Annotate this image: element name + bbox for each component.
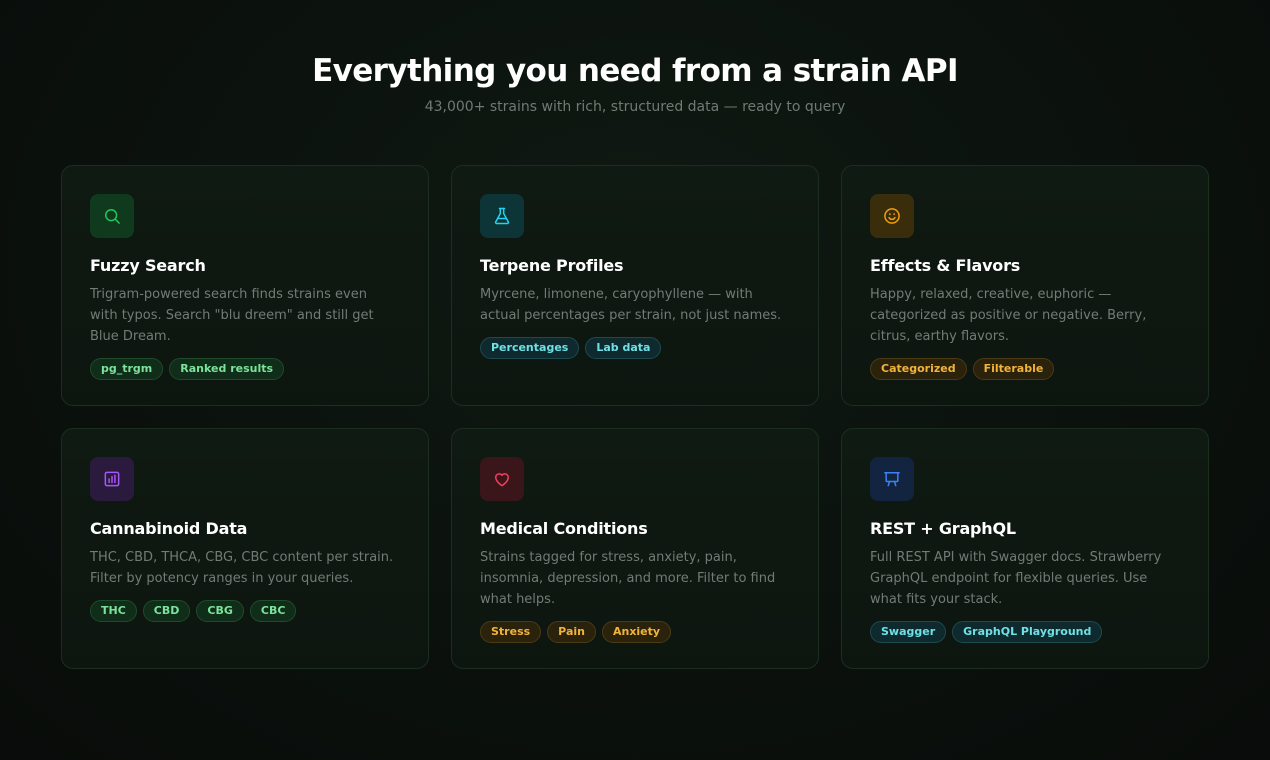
feature-card-medical-conditions: Medical Conditions Strains tagged for st… xyxy=(451,428,819,669)
tag-list: Categorized Filterable xyxy=(870,358,1180,380)
card-title: REST + GraphQL xyxy=(870,519,1016,538)
tag: Swagger xyxy=(870,621,947,643)
tag: Anxiety xyxy=(601,621,672,643)
tag: Stress xyxy=(480,621,542,643)
presentation-icon xyxy=(870,457,914,501)
tag-list: THC CBD CBG CBC xyxy=(90,600,400,622)
section-title: Everything you need from a strain API xyxy=(312,53,958,89)
tag-list: Swagger GraphQL Playground xyxy=(870,621,1180,643)
search-icon xyxy=(90,194,134,238)
card-description: THC, CBD, THCA, CBG, CBC content per str… xyxy=(90,550,394,586)
section-subtitle: 43,000+ strains with rich, structured da… xyxy=(424,99,846,115)
tag: Ranked results xyxy=(169,358,285,380)
card-title: Effects & Flavors xyxy=(870,256,1021,275)
card-title: Fuzzy Search xyxy=(90,256,206,275)
card-description: Happy, relaxed, creative, euphoric — cat… xyxy=(870,287,1147,344)
flask-icon xyxy=(480,194,524,238)
feature-card-effects-flavors: Effects & Flavors Happy, relaxed, creati… xyxy=(841,165,1209,406)
card-description: Myrcene, limonene, caryophyllene — with … xyxy=(480,287,782,323)
tag: Pain xyxy=(547,621,596,643)
heart-icon xyxy=(480,457,524,501)
bar-chart-icon xyxy=(90,457,134,501)
card-description: Full REST API with Swagger docs. Strawbe… xyxy=(870,550,1162,607)
feature-card-cannabinoid-data: Cannabinoid Data THC, CBD, THCA, CBG, CB… xyxy=(61,428,429,669)
tag: CBD xyxy=(142,600,191,622)
feature-card-terpene-profiles: Terpene Profiles Myrcene, limonene, cary… xyxy=(451,165,819,406)
tag: pg_trgm xyxy=(90,358,164,380)
tag-list: Stress Pain Anxiety xyxy=(480,621,790,643)
tag: THC xyxy=(90,600,137,622)
tag-list: pg_trgm Ranked results xyxy=(90,358,400,380)
tag: Filterable xyxy=(972,358,1055,380)
tag: Categorized xyxy=(870,358,967,380)
smile-icon xyxy=(870,194,914,238)
card-description: Trigram-powered search finds strains eve… xyxy=(90,287,374,344)
feature-card-rest-graphql: REST + GraphQL Full REST API with Swagge… xyxy=(841,428,1209,669)
feature-card-fuzzy-search: Fuzzy Search Trigram-powered search find… xyxy=(61,165,429,406)
tag: CBC xyxy=(249,600,297,622)
card-title: Cannabinoid Data xyxy=(90,519,248,538)
tag-list: Percentages Lab data xyxy=(480,337,790,359)
tag: Lab data xyxy=(585,337,662,359)
feature-grid: Fuzzy Search Trigram-powered search find… xyxy=(61,165,1209,669)
tag: CBG xyxy=(196,600,244,622)
card-title: Medical Conditions xyxy=(480,519,648,538)
card-title: Terpene Profiles xyxy=(480,256,624,275)
tag: Percentages xyxy=(480,337,580,359)
section-header: Everything you need from a strain API 43… xyxy=(0,52,1270,116)
tag: GraphQL Playground xyxy=(952,621,1103,643)
card-description: Strains tagged for stress, anxiety, pain… xyxy=(480,550,776,607)
